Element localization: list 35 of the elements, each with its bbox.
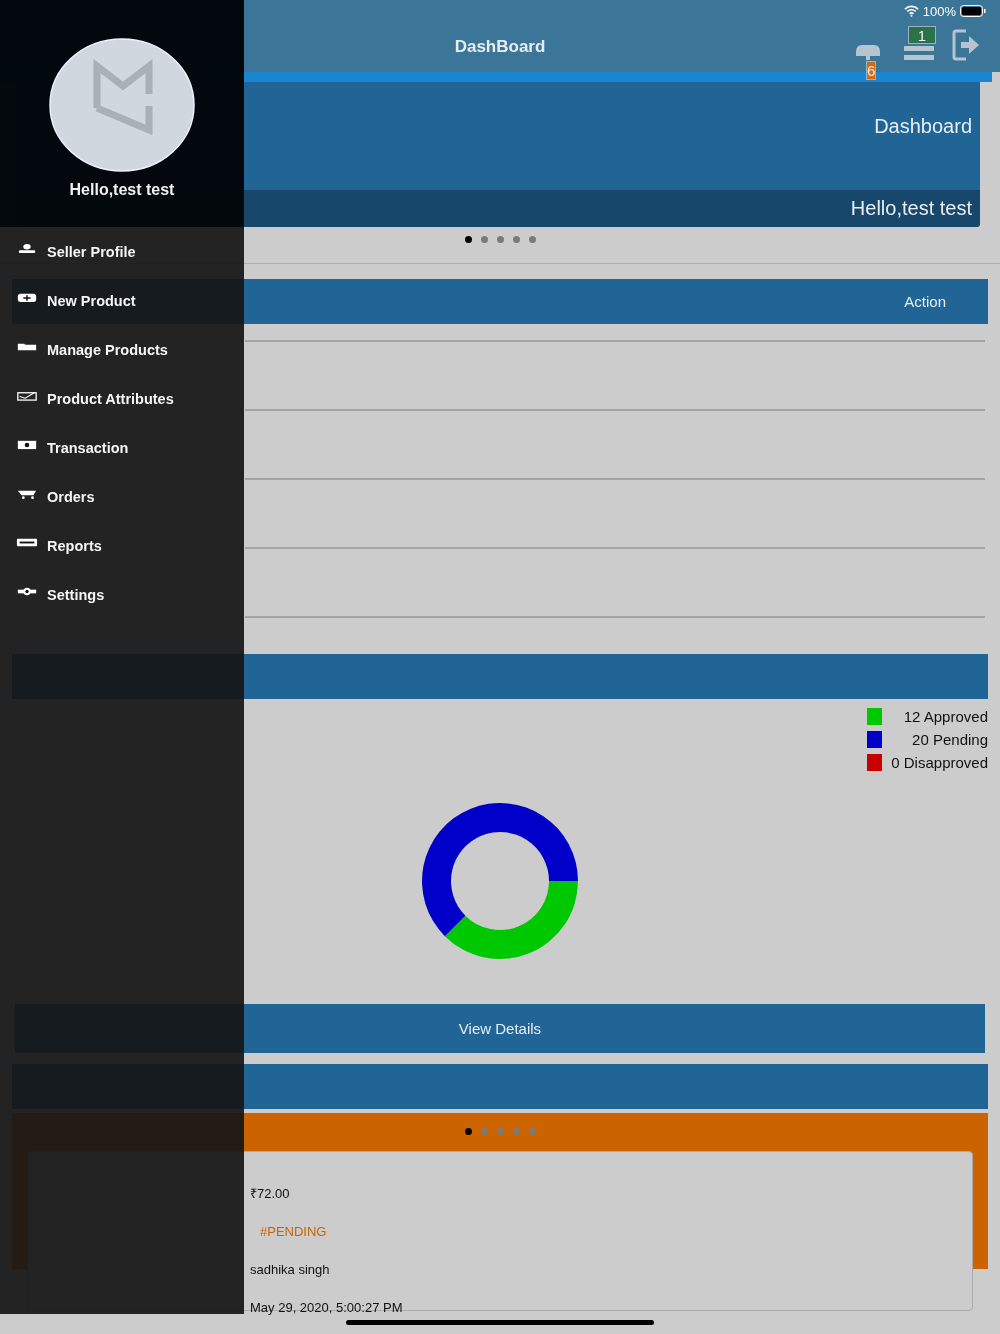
person-icon bbox=[16, 241, 38, 256]
field-value: May 29, 2020, 5:00:27 PM bbox=[250, 1299, 403, 1315]
legend-label: 12 Approved bbox=[902, 707, 988, 725]
wifi-icon bbox=[903, 5, 919, 17]
legend-label: 20 Pending bbox=[911, 730, 988, 748]
field-value: #PENDING bbox=[259, 1222, 328, 1241]
pager-dot[interactable] bbox=[496, 1128, 504, 1135]
battery-icon bbox=[960, 5, 986, 17]
drawer-menu-item[interactable]: Transaction bbox=[0, 423, 244, 472]
pager-dot[interactable] bbox=[496, 236, 504, 243]
drawer-menu-item[interactable]: Reports bbox=[0, 521, 244, 570]
pager-dot[interactable] bbox=[464, 236, 472, 243]
drawer-menu-item[interactable]: Product Attributes bbox=[0, 374, 244, 423]
drawer-greeting: Hello,test test bbox=[69, 181, 175, 199]
drawer-menu-item[interactable]: Settings bbox=[0, 570, 244, 619]
battery-percent: 100% bbox=[922, 3, 956, 19]
drawer-menu-item[interactable]: New Product bbox=[0, 276, 244, 325]
pager-dot[interactable] bbox=[512, 236, 520, 243]
drawer-menu-item[interactable]: Orders bbox=[0, 472, 244, 521]
pager-dot[interactable] bbox=[464, 1128, 472, 1135]
drawer-menu-item[interactable]: Seller Profile bbox=[0, 227, 244, 276]
pager-dot[interactable] bbox=[528, 236, 536, 243]
field-value: ₹72.00 bbox=[250, 1185, 290, 1202]
order-badge: 1 bbox=[908, 26, 936, 44]
action-label[interactable]: Action bbox=[904, 293, 946, 310]
banner-greeting: Hello,test test bbox=[850, 197, 972, 220]
page-title: DashBoard bbox=[454, 37, 546, 57]
pager-dot[interactable] bbox=[528, 1128, 536, 1135]
field-value: sadhika singh bbox=[250, 1261, 330, 1277]
drawer-menu-item[interactable]: Manage Products bbox=[0, 325, 244, 374]
pager-dot[interactable] bbox=[480, 1128, 488, 1135]
pager-dot[interactable] bbox=[512, 1128, 520, 1135]
pager-dot[interactable] bbox=[480, 236, 488, 243]
banner-title: Dashboard bbox=[874, 114, 972, 138]
legend-label: 0 Disapproved bbox=[890, 753, 988, 771]
